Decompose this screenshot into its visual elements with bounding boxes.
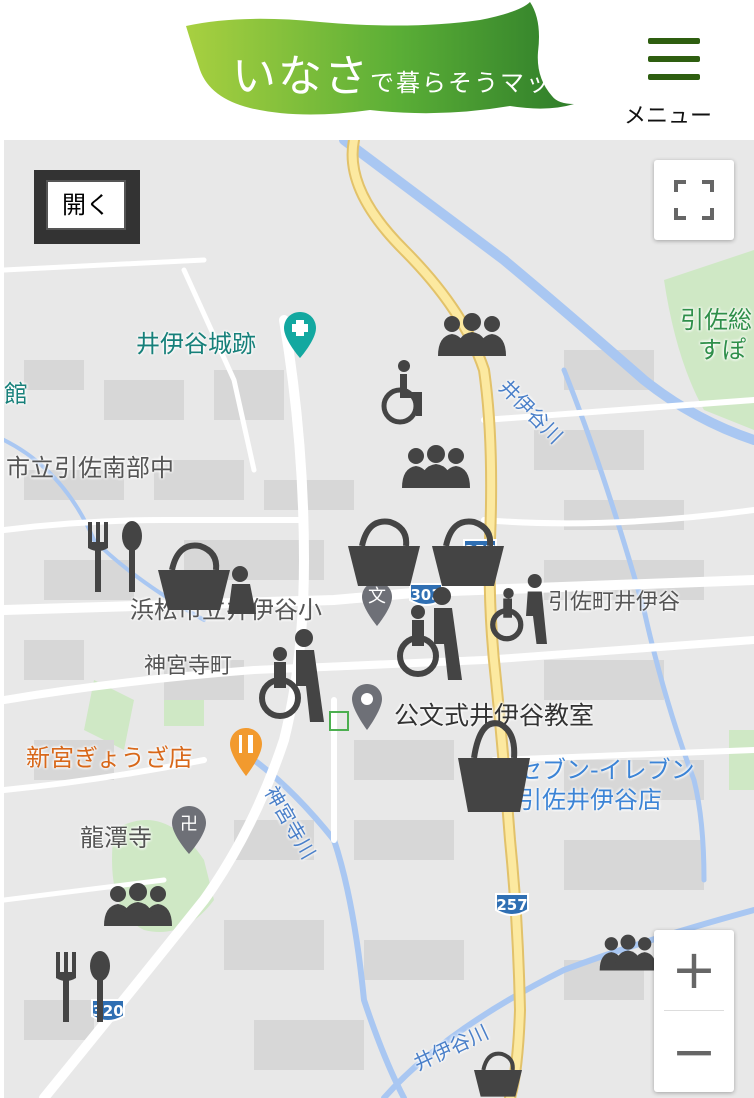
caregiver-wheelchair-icon[interactable] [250,628,334,724]
svg-text:卍: 卍 [180,814,198,835]
caregiver-wheelchair-icon[interactable] [390,586,470,682]
wheelchair-icon[interactable] [374,358,430,428]
caregiver-wheelchair-icon[interactable] [484,572,554,646]
caregiver-wheelchair-icon[interactable] [204,564,260,614]
panel-toggle: 開く [34,170,140,244]
shopping-basket-icon[interactable] [342,516,426,588]
route-shield: 257 [495,893,529,916]
restaurant-icon[interactable] [84,520,148,594]
group-icon[interactable] [400,444,472,490]
label-school-middle: 市立引佐南部中 [6,454,174,482]
zoom-in-button[interactable]: + [654,930,734,1010]
label-castle: 井伊谷城跡 [136,330,256,358]
restaurant-icon[interactable] [52,950,116,1024]
open-button[interactable]: 開く [46,180,126,230]
shopping-basket-icon[interactable] [460,1050,536,1098]
zoom-control: + − [654,930,734,1092]
label-jinguji: 神宮寺町 [144,654,233,679]
label-shinmiya: 新宮ぎょうざ店 [26,744,193,772]
menu-button[interactable] [648,38,702,86]
label-hikisa-sou2: すぽ [698,336,746,364]
header: いなさで暮らそうマップ メニュー [0,0,754,140]
label-ryutanji: 龍潭寺 [80,824,152,852]
group-icon[interactable] [598,930,658,976]
label-kan: 館 [4,380,28,408]
place-pin-icon[interactable] [350,682,384,734]
map[interactable]: 井伊谷城跡 館 市立引佐南部中 浜松市立井伊谷小 文 神宮寺町 公文式井伊谷教室… [4,140,754,1098]
group-icon[interactable] [436,312,508,358]
tourist-pin-icon[interactable] [282,310,318,362]
temple-pin-icon[interactable]: 卍 [170,804,208,858]
label-seven2: 引佐井伊谷店 [518,786,662,814]
fullscreen-icon [674,180,714,220]
label-hikisa-iinoya: 引佐町井伊谷 [548,590,681,615]
logo-text: いなさで暮らそうマップ [232,51,578,102]
restaurant-pin-icon[interactable] [228,726,264,780]
zoom-divider [664,1010,724,1011]
zoom-out-button[interactable]: − [654,1012,734,1092]
shopping-basket-icon[interactable] [454,718,534,814]
fullscreen-button[interactable] [654,160,734,240]
menu-label[interactable]: メニュー [624,98,712,130]
group-icon[interactable] [102,882,174,928]
